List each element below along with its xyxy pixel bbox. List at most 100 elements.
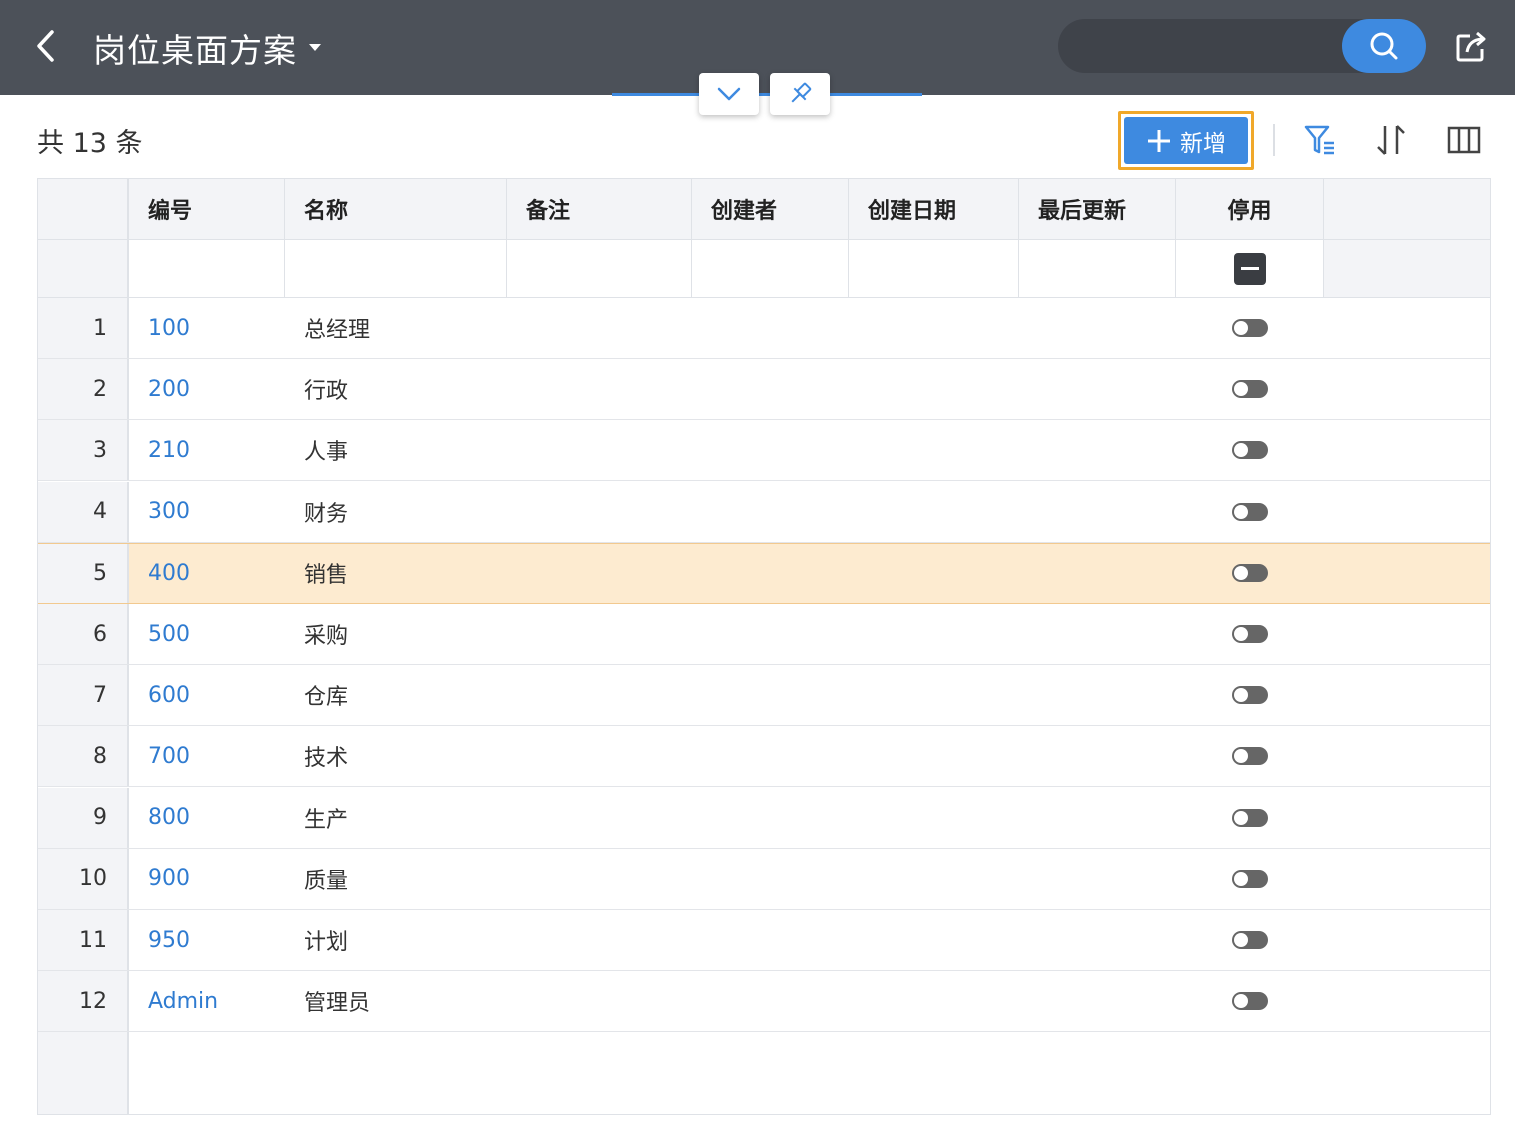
toggle-switch-icon[interactable] [1232,625,1268,643]
cell-creator [692,482,849,542]
cell-creator [692,543,849,603]
record-count: 共 13 条 [37,128,143,159]
toggle-switch-icon[interactable] [1232,441,1268,460]
table-row[interactable]: 12 Admin 管理员 [38,971,1490,1033]
filter-blank [1324,240,1490,297]
cell-code-link[interactable]: 700 [129,726,285,786]
filter-code[interactable] [129,240,285,297]
add-button[interactable]: 新增 [1118,111,1254,170]
cell-creator [692,910,849,970]
table-row[interactable]: 2 200 行政 [38,359,1490,421]
cell-created-date [849,971,1019,1031]
table-row[interactable]: 6 500 采购 [38,604,1490,665]
collapse-header-button[interactable] [699,73,759,115]
cell-blank [1324,604,1490,664]
pin-icon [791,82,812,103]
toggle-switch-icon[interactable] [1232,380,1268,399]
row-number: 11 [38,910,129,970]
cell-blank [1324,971,1490,1031]
cell-disabled [1176,910,1324,970]
cell-code-link[interactable]: 400 [129,543,285,603]
cell-remark [507,788,692,848]
cell-name: 仓库 [304,685,349,711]
filter-created-date[interactable] [849,240,1019,297]
columns-button[interactable] [1444,120,1484,160]
toggle-switch-icon[interactable] [1232,319,1268,337]
col-header-created-date[interactable]: 创建日期 [849,179,1019,239]
toggle-switch-icon[interactable] [1232,564,1268,583]
header-rownum-cell [38,179,129,239]
cell-name: 质量 [304,868,349,894]
cell-disabled [1176,543,1324,603]
table-row[interactable]: 1 100 总经理 [38,298,1490,359]
toggle-switch-icon[interactable] [1232,808,1268,827]
cell-code-link[interactable]: 300 [129,482,285,542]
table-row[interactable]: 9 800 生产 [38,787,1490,849]
table-row[interactable]: 7 600 仓库 [38,665,1490,727]
chevron-down-icon [717,87,741,101]
cell-disabled [1176,482,1324,542]
cell-created-date [849,604,1019,664]
table-row[interactable]: 5 400 销售 [38,542,1490,604]
cell-created-date [849,482,1019,542]
cell-code-link[interactable]: 100 [129,298,285,358]
col-header-creator[interactable]: 创建者 [692,179,849,239]
cell-code-link[interactable]: 210 [129,420,285,480]
cell-name: 采购 [304,624,349,649]
search-input[interactable] [1080,29,1330,63]
table-row[interactable]: 8 700 技术 [38,726,1490,788]
toolbar-divider [1273,124,1275,156]
table-row[interactable]: 11 950 计划 [38,910,1490,971]
table-row[interactable]: 10 900 质量 [38,848,1490,910]
search-box [1058,19,1426,73]
col-header-disabled[interactable]: 停用 [1176,179,1324,239]
cell-code-link[interactable]: 900 [129,849,285,909]
toggle-switch-icon[interactable] [1232,992,1268,1011]
filter-last-update[interactable] [1019,240,1176,297]
cell-disabled [1176,788,1324,848]
cell-code-link[interactable]: 950 [129,910,285,970]
col-header-remark[interactable]: 备注 [507,179,692,239]
cell-remark [507,359,692,419]
cell-creator [692,359,849,419]
cell-code-link[interactable]: Admin [129,971,285,1031]
share-icon [1456,31,1486,62]
toggle-switch-icon[interactable] [1232,686,1268,705]
row-number: 3 [38,420,129,481]
filter-name[interactable] [285,240,507,297]
sort-button[interactable] [1371,120,1411,160]
row-number: 2 [38,359,129,420]
table-row[interactable]: 4 300 财务 [38,481,1490,543]
filter-icon [1304,125,1334,155]
cell-code-link[interactable]: 500 [129,604,285,664]
toggle-switch-icon[interactable] [1232,747,1268,766]
search-button[interactable] [1342,19,1426,73]
toggle-switch-icon[interactable] [1232,502,1268,521]
col-header-last-update[interactable]: 最后更新 [1019,179,1176,239]
table-row[interactable]: 3 210 人事 [38,420,1490,482]
cell-blank [1324,665,1490,725]
add-button-label: 新增 [1180,130,1226,157]
toggle-switch-icon[interactable] [1232,869,1268,888]
back-button[interactable] [30,28,64,64]
col-header-name[interactable]: 名称 [285,179,507,239]
cell-created-date [849,359,1019,419]
filter-button[interactable] [1300,120,1340,160]
search-icon [1370,32,1398,60]
toggle-switch-icon[interactable] [1232,931,1268,949]
cell-name: 人事 [304,440,349,466]
share-button[interactable] [1452,28,1492,66]
title-dropdown-button[interactable] [306,40,324,54]
cell-last-update [1019,482,1176,542]
cell-code-link[interactable]: 600 [129,665,285,725]
cell-disabled [1176,971,1324,1031]
filter-remark[interactable] [507,240,692,297]
cell-last-update [1019,726,1176,786]
col-header-code[interactable]: 编号 [129,179,285,239]
cell-code-link[interactable]: 200 [129,359,285,419]
pin-header-button[interactable] [770,73,830,115]
filter-creator[interactable] [692,240,849,297]
disabled-filter-checkbox[interactable] [1233,252,1266,285]
cell-code-link[interactable]: 800 [129,788,285,848]
col-header-blank [1324,179,1490,239]
